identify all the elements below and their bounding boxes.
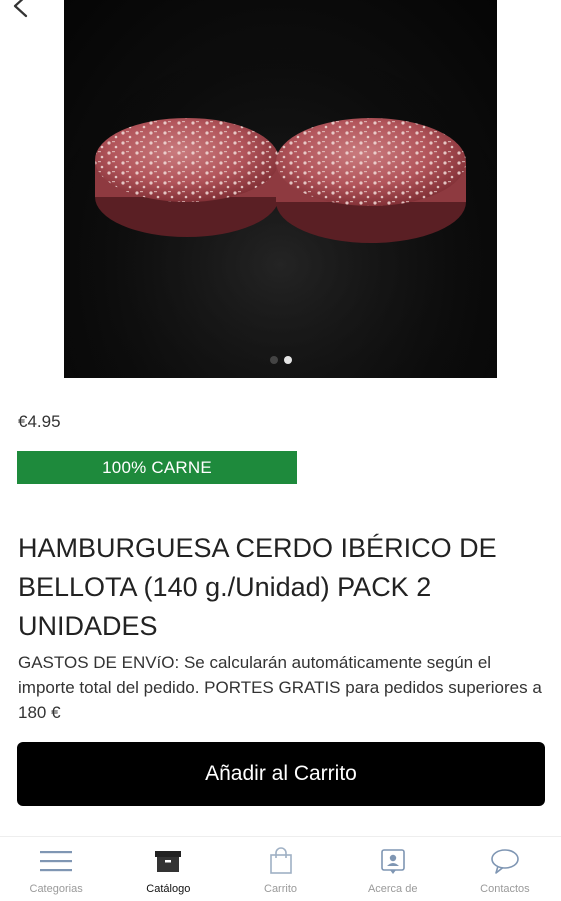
carousel-dot[interactable] bbox=[269, 356, 278, 364]
product-image[interactable] bbox=[64, 0, 497, 378]
carousel-dot-active[interactable] bbox=[283, 356, 292, 364]
tab-carrito[interactable]: Carrito bbox=[224, 837, 336, 901]
tab-label: Acerca de bbox=[367, 883, 418, 895]
meat-percentage-badge: 100% CARNE bbox=[17, 451, 297, 484]
chevron-left-icon bbox=[13, 0, 28, 18]
tab-label: Contactos bbox=[480, 883, 530, 895]
tab-catalogo[interactable]: Catálogo bbox=[112, 837, 224, 901]
burger-patties-illustration bbox=[64, 0, 497, 378]
shipping-note: GASTOS DE ENVíO: Se calcularán automátic… bbox=[18, 653, 542, 722]
tab-label: Carrito bbox=[264, 883, 298, 895]
shopping-bag-icon bbox=[269, 847, 292, 874]
menu-lines-icon bbox=[40, 851, 73, 872]
bottom-tab-bar: Categorias Catálogo Carrito Acerca de Co… bbox=[0, 836, 561, 901]
profile-card-icon bbox=[380, 849, 405, 874]
product-price: €4.95 bbox=[18, 412, 61, 431]
tab-acerca-de[interactable]: Acerca de bbox=[337, 837, 449, 901]
carousel-indicator[interactable] bbox=[64, 356, 497, 364]
add-to-cart-button[interactable]: Añadir al Carrito bbox=[17, 742, 545, 806]
tab-label: Catálogo bbox=[146, 883, 191, 895]
product-title: HAMBURGUESA CERDO IBÉRICO DE BELLOTA (14… bbox=[18, 533, 497, 641]
tab-categorias[interactable]: Categorias bbox=[0, 837, 112, 901]
chat-bubble-icon bbox=[491, 849, 519, 874]
tab-label: Categorias bbox=[29, 883, 83, 895]
tab-contactos[interactable]: Contactos bbox=[449, 837, 561, 901]
back-button[interactable] bbox=[6, 0, 32, 20]
catalog-box-icon bbox=[155, 851, 182, 872]
